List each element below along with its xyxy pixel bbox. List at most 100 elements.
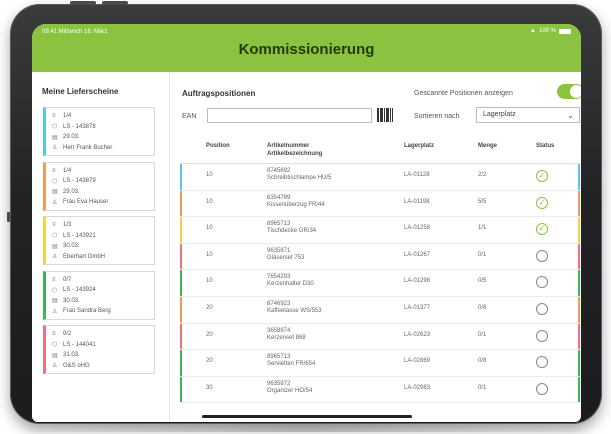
cell-lagerplatz: LA-01198 (404, 198, 430, 205)
card-row-person: ♙ Eberhart GmbH (52, 252, 154, 263)
cell-artikelbezeichnung: Kerzenset 868 (267, 334, 306, 341)
delivery-note-card[interactable]: ≡ 0/7 ⬡ LS - 143924 ▤ 30.03. ♙ Frau Sandra Berg (43, 270, 155, 320)
package-icon: ⬡ (52, 342, 58, 349)
battery-icon (559, 28, 571, 34)
row-color-marker (578, 376, 580, 403)
scanned-positions-toggle[interactable] (557, 84, 581, 99)
cell-lagerplatz: LA-02869 (404, 358, 431, 365)
cell-artikelbezeichnung: Kaffeetasse WS/553 (267, 307, 322, 314)
chevron-down-icon: ⌄ (567, 111, 574, 120)
cell-artikelnummer: 8745692 (267, 168, 291, 174)
person-icon: ♙ (52, 199, 58, 206)
row-color-marker (180, 323, 182, 350)
cell-artikelbezeichnung: Schreibtischlampe HU/5 (267, 175, 332, 181)
barcode-icon[interactable] (377, 108, 393, 122)
table-row[interactable]: 10 7654293 Kerzenhalter D30 LA-01298 0/5 (180, 270, 580, 297)
delivery-note-card[interactable]: ≡ 1/4 ⬡ LS - 143878 ▤ 29.03. ♙ Herr Frank Buche… (43, 107, 155, 156)
card-date: 29.03. (63, 188, 80, 195)
cell-menge: 0/1 (478, 251, 487, 258)
wifi-icon: ▲ (530, 28, 536, 34)
cell-artikelbezeichnung: Organizer HO/54 (267, 387, 313, 394)
col-artikelnummer: Artikelnummer Artikelbezeichnung (267, 143, 322, 158)
table-row[interactable]: 20 3658974 Kerzenset 868 LA-02623 0/1 (180, 323, 580, 351)
cell-artikelbezeichnung: Servietten FR/654 (267, 361, 316, 368)
person-icon: ♙ (52, 363, 58, 370)
status-done-icon[interactable]: ✓ (536, 196, 548, 209)
row-color-marker (180, 164, 182, 190)
status-done-icon[interactable]: ✓ (536, 223, 548, 236)
cell-position: 20 (206, 358, 213, 365)
ean-input[interactable] (207, 108, 372, 123)
status-open-icon[interactable] (536, 382, 548, 395)
cell-lagerplatz: LA-01128 (404, 172, 430, 178)
card-date: 29.03. (63, 134, 80, 141)
cell-artikelbezeichnung: Tischdecke GR/34 (267, 228, 317, 235)
delivery-note-card[interactable]: ≡ 1/4 ⬡ LS - 143879 ▤ 29.03. ♙ Frau Eva Hauser (43, 161, 155, 211)
list-icon: ≡ (52, 167, 56, 174)
card-row-person: ♙ Frau Eva Hauser (52, 197, 154, 208)
package-icon: ⬡ (52, 287, 58, 294)
person-icon: ♙ (52, 254, 58, 261)
table-row[interactable]: 10 9635871 Gläserset 753 LA-01267 0/1 (180, 243, 580, 271)
cell-artikelnummer: 8965713 (267, 221, 291, 228)
toggle-knob (570, 85, 581, 98)
delivery-note-card[interactable]: ≡ 1/3 ⬡ LS - 143921 ▤ 30.03. ♙ Eberhart GmbH (43, 216, 155, 265)
row-color-marker (578, 217, 580, 243)
cell-lagerplatz: LA-01258 (404, 225, 431, 232)
table-row[interactable]: 10 8965713 Tischdecke GR/34 LA-01258 1/1 ✓ (180, 217, 580, 244)
cell-lagerplatz: LA-02623 (404, 331, 431, 338)
package-icon: ⬡ (52, 178, 58, 185)
col-position: Position (206, 143, 230, 149)
status-time: 09:41 Mittwoch 18. März (42, 29, 108, 35)
card-count: 1/3 (63, 222, 72, 229)
status-open-icon[interactable] (536, 356, 548, 369)
row-color-marker (578, 164, 580, 190)
table-row[interactable]: 10 6354789 Kissenüberzug FR/44 LA-01198 5/5 ✓ (180, 190, 580, 218)
row-color-marker (578, 323, 580, 350)
cell-artikelbezeichnung: Kissenüberzug FR/44 (267, 201, 325, 208)
card-ls: LS - 143878 (63, 123, 96, 130)
card-row-person: ♙ G&S oHG (52, 361, 154, 372)
status-open-icon[interactable] (536, 276, 548, 289)
card-row-count: ≡ 0/2 (52, 329, 154, 340)
cell-lagerplatz: LA-01298 (404, 278, 431, 285)
volume-button (70, 1, 96, 5)
cell-position: 10 (206, 172, 213, 178)
calendar-icon: ▤ (52, 134, 58, 141)
table-row[interactable]: 10 8745692 Schreibtischlampe HU/5 LA-01128 2… (180, 164, 580, 191)
card-row-ls: ⬡ LS - 143921 (52, 231, 154, 242)
row-color-marker (180, 296, 182, 323)
home-indicator (202, 415, 412, 418)
screen: 09:41 Mittwoch 18. März ▲ 100 % Kommissi… (32, 24, 581, 422)
status-open-icon[interactable] (536, 329, 548, 342)
card-count: 1/4 (63, 113, 72, 120)
cell-position: 10 (206, 251, 213, 258)
card-row-count: ≡ 1/4 (52, 166, 154, 177)
row-color-marker (578, 243, 580, 270)
table-row[interactable]: 20 8965713 Servietten FR/654 LA-02869 0/8 (180, 350, 580, 377)
col-menge: Menge (478, 143, 498, 149)
delivery-note-card[interactable]: ≡ 0/2 ⬡ LS - 144041 ▤ 31.03. ♙ G&S oHG (43, 325, 155, 374)
cell-position: 10 (206, 278, 213, 285)
scan-toggle-label: Gescannte Positionen anzeigen (414, 90, 513, 97)
status-open-icon[interactable] (536, 249, 548, 262)
card-date: 30.03. (63, 297, 80, 304)
table-row[interactable]: 30 9635872 Organizer HO/54 LA-02983 0/1 (180, 376, 580, 404)
cell-menge: 2/2 (478, 172, 487, 178)
table-row[interactable]: 20 8746923 Kaffeetasse WS/553 LA-01377 0/8 (180, 296, 580, 324)
list-icon: ≡ (52, 331, 56, 338)
device-side-mark (7, 212, 10, 222)
cell-artikelnummer: 8965713 (267, 354, 291, 361)
card-count: 1/4 (63, 167, 72, 174)
row-color-marker (578, 296, 580, 323)
status-open-icon[interactable] (536, 302, 548, 315)
sort-label: Sortieren nach (414, 113, 460, 120)
ean-label: EAN (182, 113, 197, 120)
cell-menge: 0/5 (478, 278, 487, 285)
cell-artikelnummer: 7654293 (267, 274, 291, 281)
card-row-count: ≡ 1/3 (52, 220, 154, 231)
sidebar-title: Meine Lieferscheine (42, 87, 119, 96)
cell-lagerplatz: LA-02983 (404, 384, 431, 391)
sort-select[interactable]: Lagerplatz ⌄ (476, 107, 580, 123)
status-done-icon[interactable]: ✓ (536, 170, 548, 182)
